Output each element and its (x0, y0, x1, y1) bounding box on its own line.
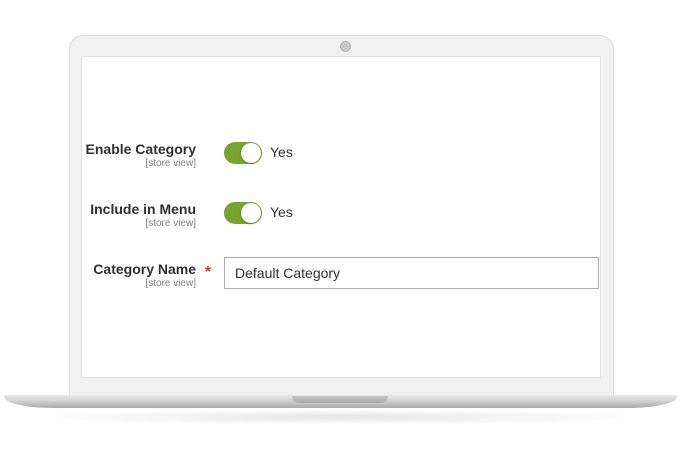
webcam-icon (340, 41, 351, 52)
laptop-shadow (30, 409, 650, 425)
field-enable-category: Enable Category [store view] Yes (82, 140, 600, 180)
toggle-knob (241, 203, 261, 223)
enable-category-toggle-text: Yes (270, 144, 293, 160)
enable-category-toggle[interactable] (224, 142, 262, 164)
laptop-mockup: Enable Category [store view] Yes Include… (0, 0, 680, 450)
field-category-name: Category Name [store view] * (82, 257, 600, 300)
field-label-column: Enable Category [store view] (82, 140, 196, 170)
category-name-label: Category Name (93, 261, 196, 277)
category-name-input[interactable] (224, 257, 599, 289)
field-label-column: Category Name [store view] (82, 260, 196, 290)
include-in-menu-toggle[interactable] (224, 202, 262, 224)
laptop-screen: Enable Category [store view] Yes Include… (81, 56, 601, 378)
required-asterisk: * (205, 263, 211, 280)
include-in-menu-toggle-text: Yes (270, 204, 293, 220)
include-in-menu-scope: [store view] (145, 218, 196, 229)
field-label-column: Include in Menu [store view] (82, 200, 196, 230)
include-in-menu-label: Include in Menu (90, 201, 196, 217)
field-include-in-menu: Include in Menu [store view] Yes (82, 200, 600, 240)
toggle-knob (241, 143, 261, 163)
laptop-notch (292, 396, 388, 403)
category-name-scope: [store view] (145, 278, 196, 289)
enable-category-scope: [store view] (145, 158, 196, 169)
enable-category-label: Enable Category (85, 141, 196, 157)
